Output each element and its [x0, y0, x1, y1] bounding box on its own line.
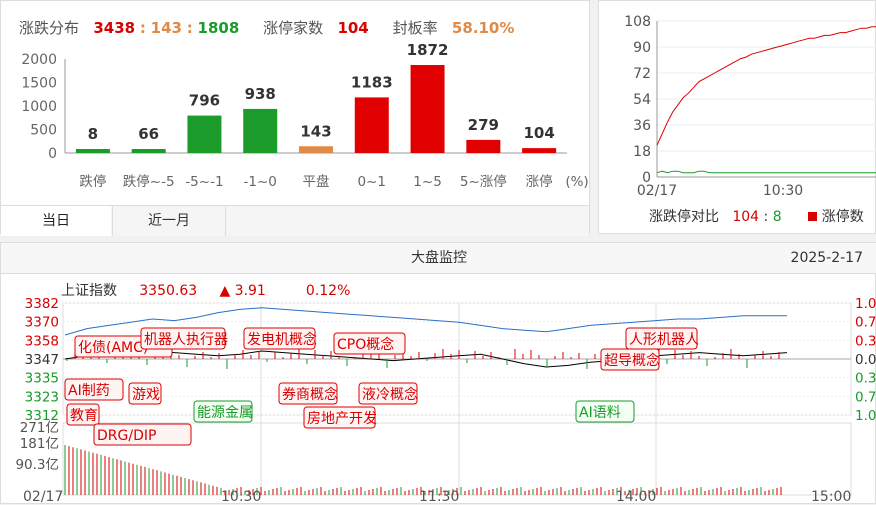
- series-line-1: [656, 170, 876, 174]
- y-right-label: 1.00%: [855, 408, 876, 424]
- bar-平盘: [299, 146, 333, 153]
- tab-today[interactable]: 当日: [1, 206, 111, 236]
- y-tick-label: 72: [633, 66, 651, 82]
- y-tick-label: 36: [633, 118, 651, 134]
- concept-tag-label: 超导概念: [604, 352, 660, 369]
- y-left-label: 3358: [25, 333, 59, 349]
- bar-跌停: [75, 149, 110, 153]
- bar-跌停~-5: [131, 149, 166, 153]
- y-tick-label: 2000: [21, 52, 57, 68]
- concept-tag-label: DRG/DIP: [97, 428, 156, 444]
- concept-tag-label: 发电机概念: [247, 331, 317, 348]
- distribution-bar-chart: 0 500 1000 1500 2000 8 跌停 66 跌停~-5 796 -5~-1 938 -1~…: [21, 41, 588, 190]
- y-tick-label: 0: [48, 146, 57, 162]
- tab-last-month[interactable]: 近一月: [112, 206, 226, 236]
- x-tick-label: -1~0: [244, 174, 277, 190]
- y-right-label: 1.00%: [855, 296, 876, 312]
- concept-tag-label: 机器人执行器: [144, 332, 228, 348]
- concept-tag-label: 液冷概念: [362, 386, 418, 403]
- bar-value-label: 1183: [351, 73, 393, 91]
- x-tick-label: -5~-1: [185, 174, 223, 190]
- y-right-label: 0.35%: [855, 371, 876, 387]
- y-tick-label: 18: [633, 144, 651, 160]
- x-tick-label: 02/17: [23, 489, 63, 505]
- x-tick-label: 跌停: [79, 173, 106, 190]
- distribution-panel: 涨跌分布 3438 : 143 : 1808 涨停家数 104 封板率 58.1…: [0, 0, 590, 236]
- legend-swatch: [808, 212, 818, 221]
- limit-ratio-chart: 0183654729010802/17 10:30: [624, 14, 876, 199]
- x-tick-label: 14:00: [616, 489, 656, 505]
- concept-tag-label: 能源金属: [197, 405, 253, 421]
- bar-value-label: 1872: [407, 41, 449, 59]
- volume-label: 90.3亿: [15, 457, 59, 473]
- concept-tag-label: 人形机器人: [629, 332, 699, 348]
- concept-tag-label: CPO概念: [337, 336, 394, 353]
- limit-ratio-panel: 0 18 36 54 72 90 108 02/17 10:30 涨跌停对比 104 : 8 涨…: [598, 0, 876, 234]
- concept-tag-label: 券商概念: [282, 386, 338, 403]
- monitor-titlebar: 大盘监控 2025-2-17: [1, 243, 876, 274]
- unit-label: (%): [565, 174, 588, 190]
- bar-涨停: [522, 148, 557, 153]
- bar-5~涨停: [466, 139, 501, 153]
- ratio-down: 8: [772, 209, 782, 225]
- series-line-0: [656, 26, 876, 146]
- bar-1~5: [410, 65, 445, 153]
- market-monitor-panel: 大盘监控 2025-2-17 上证指数 3350.63 ▲ 3.91 0.12%…: [0, 242, 876, 505]
- y-tick-label: 1000: [21, 99, 57, 115]
- bar-value-label: 143: [300, 122, 331, 140]
- y-tick-label: 90: [633, 40, 651, 56]
- x-tick-label: 平盘: [303, 173, 330, 190]
- x-tick-label: 15:00: [811, 489, 851, 505]
- concept-tag-label: 教育: [70, 408, 98, 424]
- y-left-label: 3370: [25, 315, 59, 331]
- bar-value-label: 104: [523, 124, 554, 142]
- x-tick-label: 跌停~-5: [123, 173, 175, 190]
- bar-0~1: [354, 97, 389, 153]
- concept-tag-label: AI语料: [579, 405, 621, 421]
- y-right-label: 0.35%: [855, 333, 876, 349]
- ratio-legend-up: 涨停数: [821, 209, 864, 225]
- y-left-label: 3335: [25, 371, 59, 387]
- x-tick-label: 10:30: [763, 183, 803, 199]
- bar--5~-1: [187, 115, 222, 153]
- x-tick-label: 10:30: [221, 489, 261, 505]
- monitor-date: 2025-2-17: [790, 250, 863, 266]
- y-right-label: 0.70%: [855, 389, 876, 405]
- x-tick-label: 11:30: [419, 489, 459, 505]
- x-tick-label: 5~涨停: [460, 173, 507, 190]
- volume-label: 181亿: [20, 436, 59, 452]
- ratio-label: 涨跌停对比: [649, 209, 719, 225]
- bar-value-label: 66: [138, 125, 159, 143]
- price-line-1: [64, 348, 788, 368]
- y-left-label: 3323: [25, 389, 59, 405]
- concept-tag-label: 游戏: [132, 387, 160, 403]
- volume-label: 271亿: [20, 420, 59, 436]
- y-tick-label: 108: [624, 14, 651, 30]
- ratio-legend: 涨跌停对比 104 : 8 涨停数: [649, 206, 864, 226]
- y-right-label: 0.00%: [855, 352, 876, 368]
- concept-tag-label: AI制药: [68, 383, 110, 399]
- concept-tag-label: 房地产开发: [307, 411, 377, 427]
- bar-value-label: 938: [245, 85, 276, 103]
- bar--1~0: [243, 108, 278, 153]
- y-right-label: 0.70%: [855, 315, 876, 331]
- x-tick-label: 涨停: [526, 173, 553, 190]
- ratio-up: 104: [732, 209, 760, 225]
- y-left-label: 3382: [25, 296, 59, 312]
- x-tick-label: 0~1: [358, 174, 387, 190]
- bar-value-label: 796: [189, 92, 220, 110]
- distribution-tabs: 当日 近一月: [1, 205, 589, 236]
- bar-value-label: 8: [88, 125, 98, 143]
- monitor-title: 大盘监控: [411, 250, 467, 266]
- y-tick-label: 54: [633, 92, 651, 108]
- y-tick-label: 1500: [21, 76, 57, 92]
- ratio-sep: :: [763, 209, 769, 225]
- bar-value-label: 279: [468, 116, 499, 134]
- concept-tag-label: 化债(AMC): [78, 340, 148, 356]
- x-tick-label: 02/17: [637, 183, 677, 199]
- y-left-label: 3347: [25, 352, 59, 368]
- index-intraday-chart: 3382 1.00% 3370 0.70% 3358 0.35% 3347 0.00% 3335…: [15, 296, 876, 505]
- y-tick-label: 500: [30, 123, 57, 139]
- x-tick-label: 1~5: [413, 174, 442, 190]
